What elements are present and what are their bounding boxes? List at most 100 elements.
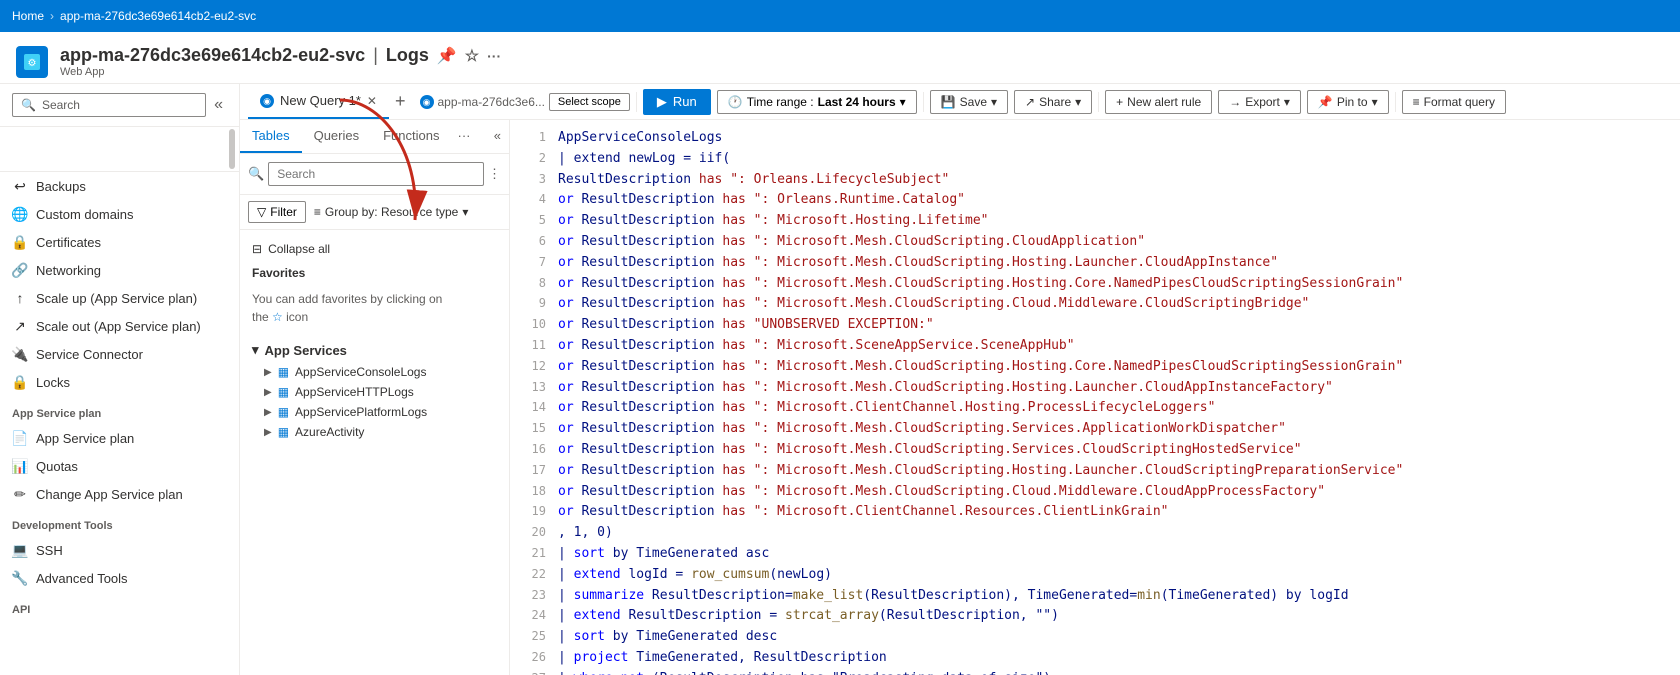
format-query-button[interactable]: ≡ Format query (1402, 90, 1506, 114)
line-content: | extend logId = row_cumsum(newLog) (558, 565, 832, 586)
line-content: | sort by TimeGenerated asc (558, 544, 769, 565)
code-line: 16or ResultDescription has ": Microsoft.… (510, 440, 1680, 461)
sidebar-item-change-app-service-plan[interactable]: ✏ Change App Service plan (0, 480, 239, 508)
table-item-azure-activity[interactable]: ▶ ▦ AzureActivity (240, 422, 509, 442)
sidebar-item-locks[interactable]: 🔒 Locks (0, 368, 239, 396)
select-scope-button[interactable]: Select scope (549, 93, 630, 111)
filter-button[interactable]: ▽ Filter (248, 201, 306, 223)
table-item-http-logs[interactable]: ▶ ▦ AppServiceHTTPLogs (240, 382, 509, 402)
panel-search-more-icon[interactable]: ⋮ (488, 166, 501, 182)
line-number: 15 (518, 419, 546, 438)
toolbar-divider-2 (923, 92, 924, 112)
query-tabs-bar: ◉ New Query 1* ✕ + ◉ app-ma-276dc3e6... … (240, 84, 1680, 120)
sidebar-item-quotas[interactable]: 📊 Quotas (0, 452, 239, 480)
line-number: 16 (518, 440, 546, 459)
line-number: 21 (518, 544, 546, 563)
tab-functions[interactable]: Functions (371, 120, 451, 153)
code-line: 20, 1, 0) (510, 523, 1680, 544)
table-expand-icon: ▶ (264, 427, 272, 438)
tab-tables[interactable]: Tables (240, 120, 302, 153)
dev-tools-header: Development Tools (0, 508, 239, 536)
export-button[interactable]: → Export ▾ (1218, 90, 1301, 114)
query-panels: Tables Queries Functions ··· « 🔍 ⋮ (240, 120, 1680, 675)
sidebar-item-networking[interactable]: 🔗 Networking (0, 256, 239, 284)
collapse-all-button[interactable]: ⊟ Collapse all (240, 238, 342, 260)
pin-to-button[interactable]: 📌 Pin to ▾ (1307, 90, 1389, 114)
table-item-platform-logs[interactable]: ▶ ▦ AppServicePlatformLogs (240, 402, 509, 422)
tab-close-button[interactable]: ✕ (367, 94, 377, 108)
panel-tab-more-icon[interactable]: ··· (451, 120, 476, 153)
share-chevron-icon: ▾ (1075, 95, 1081, 109)
more-options-icon[interactable]: ··· (487, 48, 501, 64)
sidebar-item-scale-up[interactable]: ↑ Scale up (App Service plan) (0, 284, 239, 312)
change-plan-icon: ✏ (12, 486, 28, 502)
tab-queries[interactable]: Queries (302, 120, 372, 153)
sidebar: 🔍 Search « ↩ Backups 🌐 Custom doma (0, 84, 240, 675)
sidebar-item-advanced-tools[interactable]: 🔧 Advanced Tools (0, 564, 239, 592)
share-button[interactable]: ↗ Share ▾ (1014, 90, 1092, 114)
code-line: 17or ResultDescription has ": Microsoft.… (510, 461, 1680, 482)
sidebar-item-app-service-plan[interactable]: 📄 App Service plan (0, 424, 239, 452)
sidebar-collapse-button[interactable]: « (210, 92, 227, 118)
star-icon[interactable]: ☆ (465, 46, 479, 66)
collapse-all-icon: ⊟ (252, 242, 262, 256)
code-editor[interactable]: 1AppServiceConsoleLogs2| extend newLog =… (510, 120, 1680, 675)
pin-icon[interactable]: 📌 (437, 46, 457, 66)
scale-out-icon: ↗ (12, 318, 28, 334)
ssh-icon: 💻 (12, 542, 28, 558)
app-services-collapse-icon: ▾ (252, 342, 259, 358)
sidebar-item-ssh[interactable]: 💻 SSH (0, 536, 239, 564)
sidebar-item-backups[interactable]: ↩ Backups (0, 172, 239, 200)
group-by-icon: ≡ (314, 205, 321, 219)
pin-to-icon: 📌 (1318, 95, 1333, 109)
svg-text:⚙: ⚙ (28, 58, 37, 69)
line-number: 5 (518, 211, 546, 230)
line-number: 13 (518, 378, 546, 397)
save-button[interactable]: 💾 Save ▾ (930, 90, 1008, 114)
query-tab-1[interactable]: ◉ New Query 1* ✕ (248, 84, 389, 119)
panel-search-input[interactable] (268, 162, 484, 186)
sidebar-item-scale-out[interactable]: ↗ Scale out (App Service plan) (0, 312, 239, 340)
share-icon: ↗ (1025, 95, 1035, 109)
main-layout: 🔍 Search « ↩ Backups 🌐 Custom doma (0, 84, 1680, 675)
sidebar-item-service-connector[interactable]: 🔌 Service Connector (0, 340, 239, 368)
app-services-header[interactable]: ▾ App Services (240, 338, 509, 362)
breadcrumb: Home › app-ma-276dc3e69e614cb2-eu2-svc (12, 9, 256, 23)
line-number: 14 (518, 398, 546, 417)
group-by-button[interactable]: ≡ Group by: Resource type ▾ (314, 205, 468, 219)
line-content: or ResultDescription has ": Microsoft.Cl… (558, 502, 1169, 523)
code-line: 7or ResultDescription has ": Microsoft.M… (510, 253, 1680, 274)
format-icon: ≡ (1413, 95, 1420, 109)
code-line: 23| summarize ResultDescription=make_lis… (510, 586, 1680, 607)
run-button[interactable]: ▶ Run (643, 89, 711, 115)
panel-filter-bar: ▽ Filter ≡ Group by: Resource type ▾ (240, 195, 509, 230)
line-number: 10 (518, 315, 546, 334)
sidebar-item-custom-domains[interactable]: 🌐 Custom domains (0, 200, 239, 228)
page-subtitle: Web App (60, 66, 501, 78)
export-chevron-icon: ▾ (1284, 95, 1290, 109)
breadcrumb-home[interactable]: Home (12, 9, 44, 23)
line-number: 24 (518, 606, 546, 625)
line-number: 7 (518, 253, 546, 272)
time-range-button[interactable]: 🕐 Time range : Last 24 hours ▾ (717, 90, 917, 114)
new-alert-button[interactable]: + New alert rule (1105, 90, 1212, 114)
toolbar-divider-3 (1098, 92, 1099, 112)
panel-collapse-icon[interactable]: « (486, 120, 509, 153)
panel-search-area: 🔍 ⋮ (240, 154, 509, 195)
certificates-icon: 🔒 (12, 234, 28, 250)
sidebar-search-box[interactable]: 🔍 Search (12, 93, 206, 117)
sidebar-item-certificates[interactable]: 🔒 Certificates (0, 228, 239, 256)
page-header: ⚙ app-ma-276dc3e69e614cb2-eu2-svc | Logs… (0, 32, 1680, 84)
line-number: 6 (518, 232, 546, 251)
table-expand-icon: ▶ (264, 407, 272, 418)
group-by-chevron-icon: ▾ (462, 205, 468, 219)
left-panel: Tables Queries Functions ··· « 🔍 ⋮ (240, 120, 510, 675)
line-number: 27 (518, 669, 546, 675)
add-tab-button[interactable]: + (389, 91, 412, 112)
save-icon: 💾 (941, 95, 956, 109)
advanced-tools-icon: 🔧 (12, 570, 28, 586)
panel-content: ⊟ Collapse all Favorites You can add fav… (240, 230, 509, 675)
favorites-star-icon: ☆ (272, 310, 286, 324)
favorites-message: You can add favorites by clicking on the… (240, 286, 509, 334)
table-item-console-logs[interactable]: ▶ ▦ AppServiceConsoleLogs (240, 362, 509, 382)
